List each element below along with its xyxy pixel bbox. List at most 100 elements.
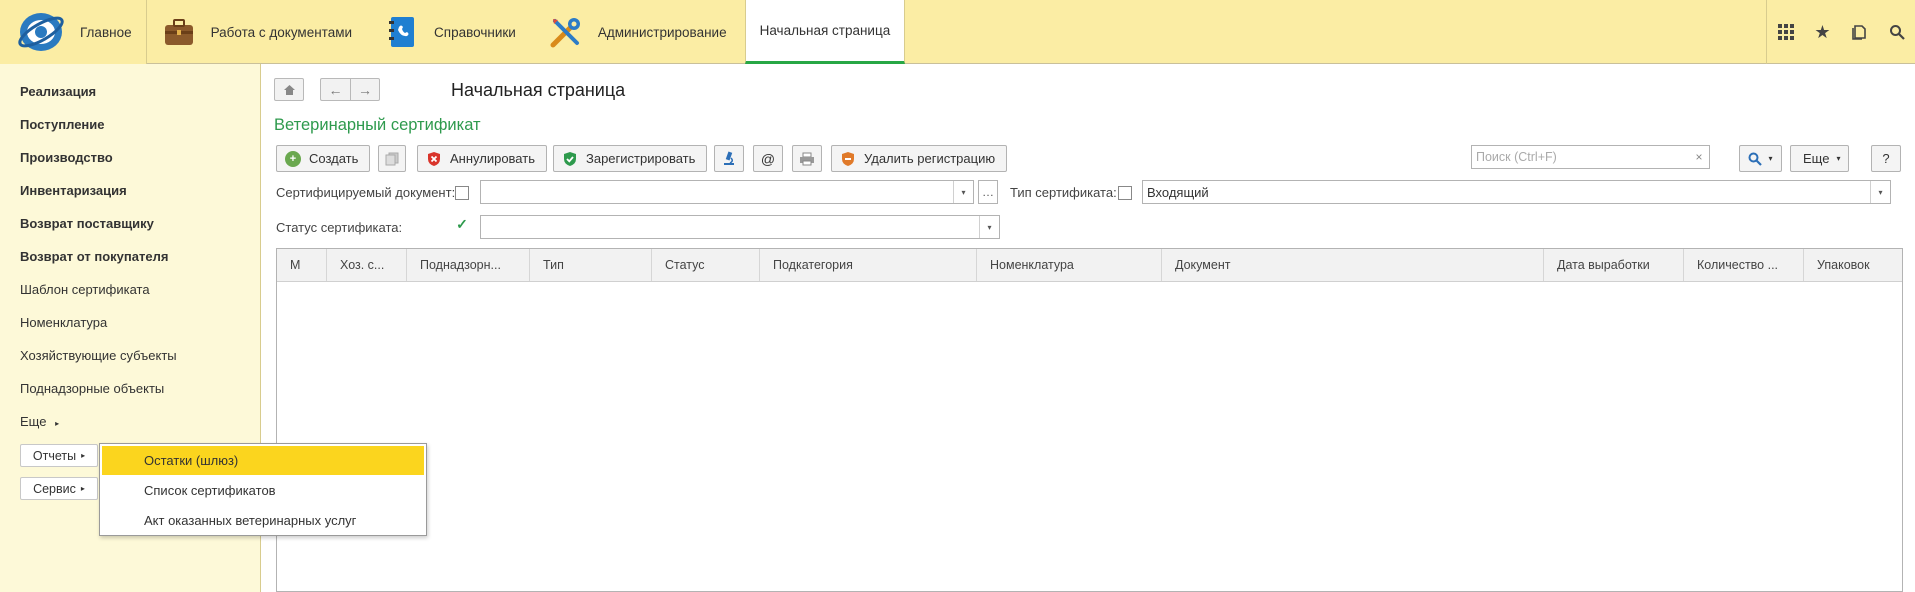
apps-grid-icon[interactable] [1767, 0, 1804, 64]
chevron-down-icon[interactable]: ▾ [979, 216, 999, 238]
search-icon[interactable] [1878, 0, 1915, 64]
search-options-button[interactable]: ▾ [1739, 145, 1782, 172]
reports-button[interactable]: Отчеты ▸ [20, 444, 98, 467]
section-documents-label: Работа с документами [210, 24, 353, 40]
checkmark-icon: ✓ [456, 215, 468, 232]
chevron-down-icon[interactable]: ▾ [1870, 181, 1890, 203]
create-button-label: Создать [309, 151, 359, 166]
cert-document-select-button[interactable]: … [978, 180, 998, 204]
sidebar-item-business-entities[interactable]: Хозяйствующие субъекты [20, 348, 177, 363]
search-field: × [1471, 145, 1710, 169]
sidebar-item-supervised-objects[interactable]: Поднадзорные объекты [20, 381, 164, 396]
more-button-label: Еще [1803, 151, 1830, 166]
create-button[interactable]: + Создать [276, 145, 371, 172]
search-input[interactable] [1472, 147, 1690, 167]
clear-icon[interactable]: × [1689, 150, 1709, 164]
cert-status-label: Статус сертификата: [276, 220, 403, 235]
cert-document-field[interactable]: ▾ [480, 180, 974, 204]
reports-button-label: Отчеты [32, 448, 77, 463]
history-icon[interactable] [1841, 0, 1878, 64]
column-header-business-entity[interactable]: Хоз. с... [327, 249, 407, 281]
cert-type-field[interactable]: Входящий ▾ [1142, 180, 1891, 204]
chevron-right-icon: ▸ [80, 484, 85, 493]
forward-button[interactable]: → [350, 78, 380, 101]
sidebar-item-return-from-customer[interactable]: Возврат от покупателя [20, 249, 168, 264]
menu-item-vet-services-act[interactable]: Акт оказанных ветеринарных услуг [102, 506, 424, 535]
sidebar-item-inventory[interactable]: Инвентаризация [20, 183, 127, 198]
main-content: ← → Начальная страница Ветеринарный серт… [262, 64, 1915, 592]
sidebar-item-more[interactable]: Еще ▸ [20, 414, 59, 429]
top-right-tools: ★ [1766, 0, 1915, 64]
address-book-icon [384, 14, 420, 50]
briefcase-icon [161, 14, 197, 50]
microscope-icon [724, 151, 734, 165]
print-button[interactable] [792, 145, 822, 172]
cert-status-checkbox[interactable]: ✓ [455, 215, 469, 232]
arrow-right-icon: → [358, 81, 372, 98]
column-header-status[interactable]: Статус [652, 249, 760, 281]
arrow-left-icon: ← [328, 81, 343, 98]
cert-document-label: Сертифицируемый документ: [276, 185, 456, 200]
sidebar-item-sales[interactable]: Реализация [20, 84, 96, 99]
sidebar-item-production[interactable]: Производство [20, 150, 113, 165]
chevron-right-icon: ▸ [55, 419, 60, 428]
email-button[interactable]: @ [753, 145, 783, 172]
sidebar-item-more-label: Еще [20, 414, 47, 429]
menu-item-balances-gateway[interactable]: Остатки (шлюз) [102, 446, 424, 475]
help-button[interactable]: ? [1871, 145, 1901, 172]
app-logo-icon [18, 13, 64, 51]
printer-icon [800, 152, 814, 165]
service-button[interactable]: Сервис ▸ [20, 477, 98, 500]
section-catalogs[interactable]: Справочники [370, 0, 534, 64]
delete-registration-button[interactable]: Удалить регистрацию [831, 145, 1008, 172]
home-icon [283, 84, 295, 95]
microscope-button[interactable] [714, 145, 744, 172]
search-icon [1748, 152, 1763, 166]
cert-type-value: Входящий [1147, 184, 1209, 200]
sidebar-item-receipts[interactable]: Поступление [20, 117, 105, 132]
tab-home-page-label: Начальная страница [759, 23, 891, 38]
reports-popup-menu: Остатки (шлюз) Список сертификатов Акт о… [99, 443, 427, 536]
column-header-nomenclature[interactable]: Номенклатура [977, 249, 1162, 281]
column-header-subcategory[interactable]: Подкатегория [760, 249, 977, 281]
cert-document-checkbox[interactable] [455, 186, 469, 200]
copy-button[interactable] [378, 145, 406, 172]
at-sign-icon: @ [760, 150, 776, 167]
column-header-supervised-object[interactable]: Поднадзорн... [407, 249, 530, 281]
sidebar-item-certificate-template[interactable]: Шаблон сертификата [20, 282, 150, 297]
service-button-label: Сервис [33, 481, 76, 496]
column-header-quantity[interactable]: Количество ... [1684, 249, 1804, 281]
delete-registration-button-label: Удалить регистрацию [864, 151, 996, 166]
section-main[interactable]: Главное [0, 0, 147, 64]
chevron-down-icon[interactable]: ▾ [953, 181, 973, 203]
star-icon[interactable]: ★ [1804, 0, 1841, 64]
tools-icon [548, 14, 584, 50]
section-documents[interactable]: Работа с документами [147, 0, 370, 64]
menu-item-certificate-list[interactable]: Список сертификатов [102, 476, 424, 505]
column-header-document[interactable]: Документ [1162, 249, 1544, 281]
section-main-label: Главное [80, 24, 132, 40]
cert-status-field[interactable]: ▾ [480, 215, 1000, 239]
form-title: Ветеринарный сертификат [274, 116, 481, 134]
column-header-m[interactable]: М [277, 249, 327, 281]
home-button[interactable] [274, 78, 304, 101]
cert-type-checkbox[interactable] [1118, 186, 1132, 200]
section-administration-label: Администрирование [597, 24, 727, 40]
register-button[interactable]: Зарегистрировать [553, 145, 708, 172]
sidebar-item-nomenclature[interactable]: Номенклатура [20, 315, 107, 330]
shield-remove-icon [842, 151, 854, 166]
annul-button[interactable]: Аннулировать [417, 145, 547, 172]
column-header-type[interactable]: Тип [530, 249, 652, 281]
copy-icon [385, 152, 399, 165]
page-title: Начальная страница [451, 80, 626, 100]
annul-button-label: Аннулировать [450, 151, 535, 166]
column-header-packages[interactable]: Упаковок [1804, 249, 1903, 281]
back-button[interactable]: ← [320, 78, 350, 101]
more-button[interactable]: Еще ▾ [1790, 145, 1850, 172]
plus-icon: + [285, 150, 301, 167]
sidebar-item-return-to-supplier[interactable]: Возврат поставщику [20, 216, 154, 231]
tab-home-page[interactable]: Начальная страница [744, 0, 906, 64]
column-header-production-date[interactable]: Дата выработки [1544, 249, 1684, 281]
section-administration[interactable]: Администрирование [534, 0, 745, 64]
chevron-down-icon: ▾ [1836, 154, 1841, 163]
